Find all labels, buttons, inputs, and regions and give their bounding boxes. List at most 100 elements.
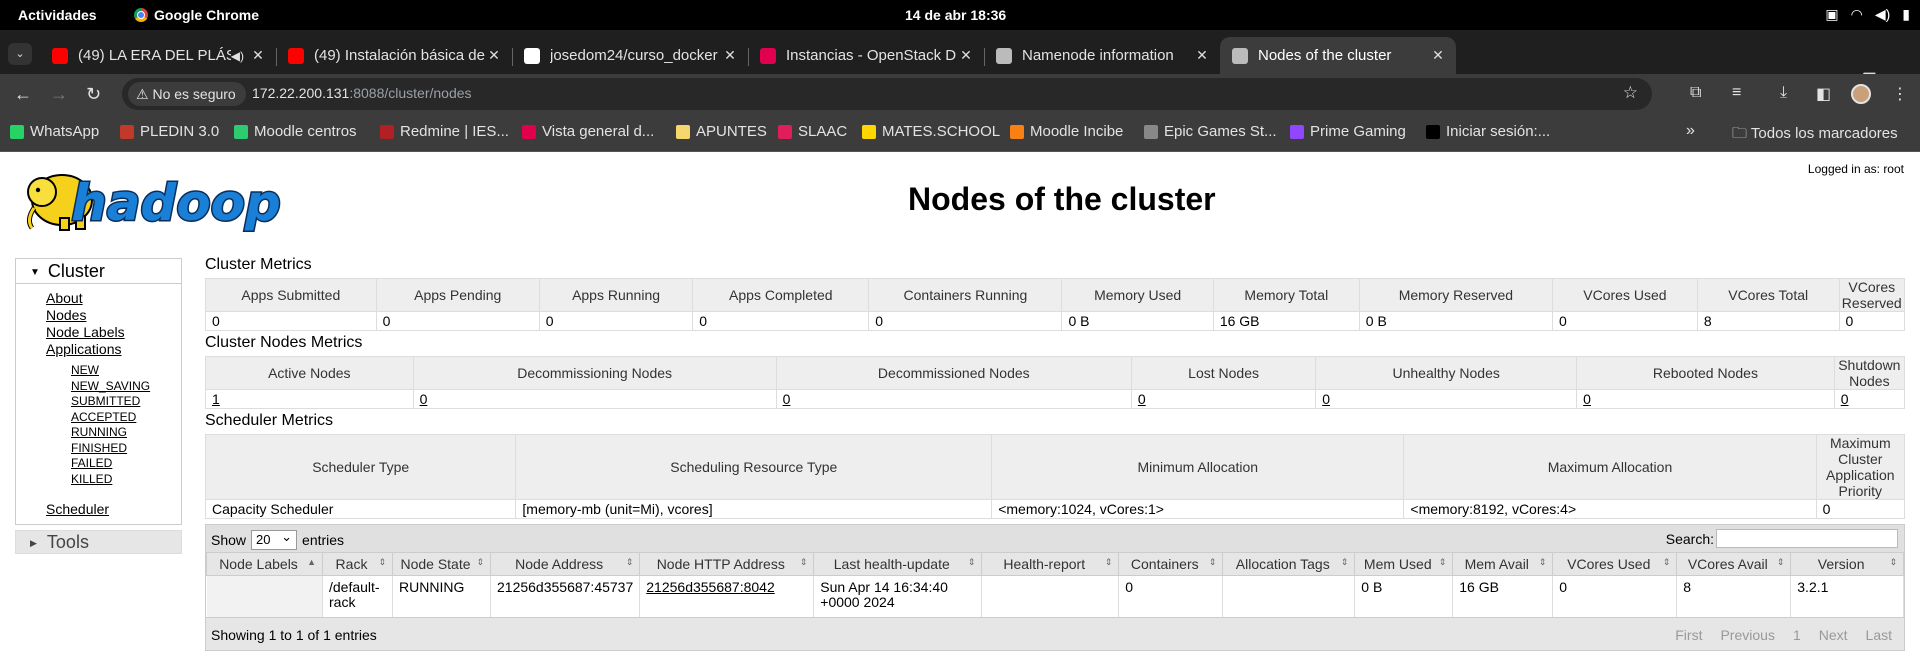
- cluster-label: Cluster: [47, 261, 105, 281]
- nav-scheduler-link[interactable]: Scheduler: [46, 501, 181, 518]
- metric-value-link[interactable]: 0: [1138, 391, 1146, 407]
- side-panel-icon[interactable]: ◧: [1816, 84, 1831, 104]
- nodes-column-header[interactable]: Mem Avail ⇕: [1452, 552, 1554, 576]
- pagination-button[interactable]: 1: [1793, 627, 1801, 643]
- nav-app-state-link[interactable]: FAILED: [71, 456, 181, 472]
- address-bar[interactable]: ⚠ No es seguro 172.22.200.131:8088/clust…: [122, 78, 1652, 110]
- bookmark-item[interactable]: Epic Games St...: [1144, 123, 1277, 140]
- wifi-icon[interactable]: ◠: [1851, 6, 1863, 23]
- download-icon[interactable]: ⤓: [1780, 84, 1787, 102]
- more-bookmarks-chevron-icon[interactable]: »: [1686, 122, 1695, 140]
- bookmark-item[interactable]: Vista general d...: [522, 123, 654, 140]
- nodes-column-header[interactable]: Mem Used ⇕: [1354, 552, 1454, 576]
- bookmark-item[interactable]: WhatsApp: [10, 123, 99, 140]
- nav-app-state-link[interactable]: KILLED: [71, 472, 181, 488]
- nodes-column-header[interactable]: Node State ⇕: [392, 552, 491, 576]
- nav-app-state-link[interactable]: RUNNING: [71, 425, 181, 441]
- metric-value-link[interactable]: 1: [212, 391, 220, 407]
- back-button[interactable]: ←: [14, 84, 32, 105]
- close-tab-icon[interactable]: ✕: [958, 47, 974, 64]
- pagination-button[interactable]: Next: [1819, 627, 1848, 643]
- bookmark-item[interactable]: Redmine | IES...: [380, 123, 509, 140]
- metric-header: Scheduler Type: [204, 434, 517, 500]
- sort-icon: ⇕: [1208, 557, 1217, 567]
- nav-applications-link[interactable]: Applications: [46, 341, 181, 358]
- node-http-address-link[interactable]: 21256d355687:8042: [646, 579, 774, 595]
- nodes-column-header[interactable]: Node HTTP Address ⇕: [639, 552, 815, 576]
- browser-tab[interactable]: (49) LA ERA DEL PLÁSTICO◀) ✕: [40, 37, 276, 74]
- reload-button[interactable]: ↻: [86, 84, 101, 105]
- search-input[interactable]: [1716, 529, 1898, 548]
- activities-button[interactable]: Actividades: [18, 7, 97, 23]
- bookmark-item[interactable]: Moodle Incibe: [1010, 123, 1123, 140]
- hadoop-logo[interactable]: hadoop: [16, 162, 316, 236]
- app-menu[interactable]: Google Chrome: [134, 7, 259, 23]
- profile-avatar[interactable]: [1851, 84, 1871, 104]
- tools-section-header[interactable]: ▶ Tools: [15, 530, 182, 554]
- browser-tab[interactable]: Namenode information ✕: [984, 37, 1220, 74]
- tab-search-button[interactable]: ⌄: [8, 43, 32, 65]
- clock[interactable]: 14 de abr 18:36: [905, 7, 1006, 23]
- bookmark-item[interactable]: MATES.SCHOOL: [862, 123, 1000, 140]
- bookmark-item[interactable]: Moodle centros: [234, 123, 357, 140]
- nodes-column-header[interactable]: VCores Used ⇕: [1552, 552, 1678, 576]
- volume-icon[interactable]: ◀): [1875, 6, 1890, 23]
- media-controls-icon[interactable]: ≡: [1732, 84, 1741, 102]
- bookmark-item[interactable]: APUNTES: [676, 123, 767, 140]
- left-navigation: ▼ Cluster About Nodes Node Labels Applica…: [15, 258, 182, 554]
- security-chip[interactable]: ⚠ No es seguro: [128, 82, 246, 106]
- nav-app-state-link[interactable]: FINISHED: [71, 441, 181, 457]
- bookmark-item[interactable]: SLAAC: [778, 123, 847, 140]
- nodes-column-header[interactable]: Health-report ⇕: [981, 552, 1120, 576]
- menu-icon[interactable]: ⋮: [1892, 84, 1908, 104]
- nav-app-state-link[interactable]: NEW_SAVING: [71, 379, 181, 395]
- nav-node-labels-link[interactable]: Node Labels: [46, 324, 181, 341]
- metric-value-link[interactable]: 0: [1322, 391, 1330, 407]
- extensions-icon[interactable]: ⧉: [1690, 84, 1701, 102]
- all-bookmarks-folder[interactable]: 🗀 Todos los marcadores: [1732, 123, 1898, 148]
- clipboard-icon[interactable]: ▣: [1825, 6, 1838, 23]
- bookmark-item[interactable]: PLEDIN 3.0: [120, 123, 219, 140]
- nav-app-state-link[interactable]: NEW: [71, 363, 181, 379]
- url-path: :8088/cluster/nodes: [349, 85, 472, 101]
- browser-tab[interactable]: Nodes of the cluster ✕: [1220, 37, 1456, 74]
- metric-value-link[interactable]: 0: [1841, 391, 1849, 407]
- close-tab-icon[interactable]: ✕: [722, 47, 738, 64]
- browser-tab[interactable]: Instancias - OpenStack D ✕: [748, 37, 984, 74]
- pagination-button[interactable]: Last: [1866, 627, 1892, 643]
- cluster-header[interactable]: ▼ Cluster: [16, 259, 181, 284]
- nodes-column-header[interactable]: Allocation Tags ⇕: [1222, 552, 1356, 576]
- system-tray[interactable]: ▣ ◠ ◀) ▮: [1825, 6, 1910, 23]
- pagination-button[interactable]: First: [1675, 627, 1702, 643]
- nodes-column-header[interactable]: Node Address ⇕: [489, 552, 641, 576]
- nodes-column-header[interactable]: Version ⇕: [1790, 552, 1904, 576]
- nodes-column-header[interactable]: Node Labels ▲: [206, 552, 323, 576]
- browser-tab[interactable]: (49) Instalación básica de ✕: [276, 37, 512, 74]
- battery-icon[interactable]: ▮: [1902, 6, 1910, 23]
- page-size-select[interactable]: 20: [251, 528, 298, 550]
- url-text[interactable]: 172.22.200.131:8088/cluster/nodes: [252, 85, 472, 101]
- pagination-button[interactable]: Previous: [1720, 627, 1774, 643]
- url-host: 172.22.200.131: [252, 85, 350, 101]
- nav-app-state-link[interactable]: SUBMITTED: [71, 394, 181, 410]
- nav-nodes-link[interactable]: Nodes: [46, 307, 181, 324]
- metric-value-link[interactable]: 0: [783, 391, 791, 407]
- nodes-column-header[interactable]: VCores Avail ⇕: [1676, 552, 1792, 576]
- close-tab-icon[interactable]: ✕: [250, 47, 266, 64]
- close-tab-icon[interactable]: ✕: [486, 47, 502, 64]
- speaker-icon[interactable]: ◀): [231, 49, 244, 63]
- nodes-column-header[interactable]: Containers ⇕: [1118, 552, 1224, 576]
- metric-value-link[interactable]: 0: [1583, 391, 1591, 407]
- nodes-column-header[interactable]: Last health-update ⇕: [813, 552, 983, 576]
- browser-tab[interactable]: josedom24/curso_docker ✕: [512, 37, 748, 74]
- metric-value-link[interactable]: 0: [420, 391, 428, 407]
- bookmark-item[interactable]: Iniciar sesión:...: [1426, 123, 1550, 140]
- bookmark-item[interactable]: Prime Gaming: [1290, 123, 1406, 140]
- close-tab-icon[interactable]: ✕: [1430, 47, 1446, 64]
- bookmark-star-icon[interactable]: ☆: [1623, 83, 1638, 103]
- close-tab-icon[interactable]: ✕: [1194, 47, 1210, 64]
- forward-button[interactable]: →: [50, 84, 68, 105]
- nodes-column-header[interactable]: Rack ⇕: [322, 552, 393, 576]
- nav-app-state-link[interactable]: ACCEPTED: [71, 410, 181, 426]
- nav-about-link[interactable]: About: [46, 290, 181, 307]
